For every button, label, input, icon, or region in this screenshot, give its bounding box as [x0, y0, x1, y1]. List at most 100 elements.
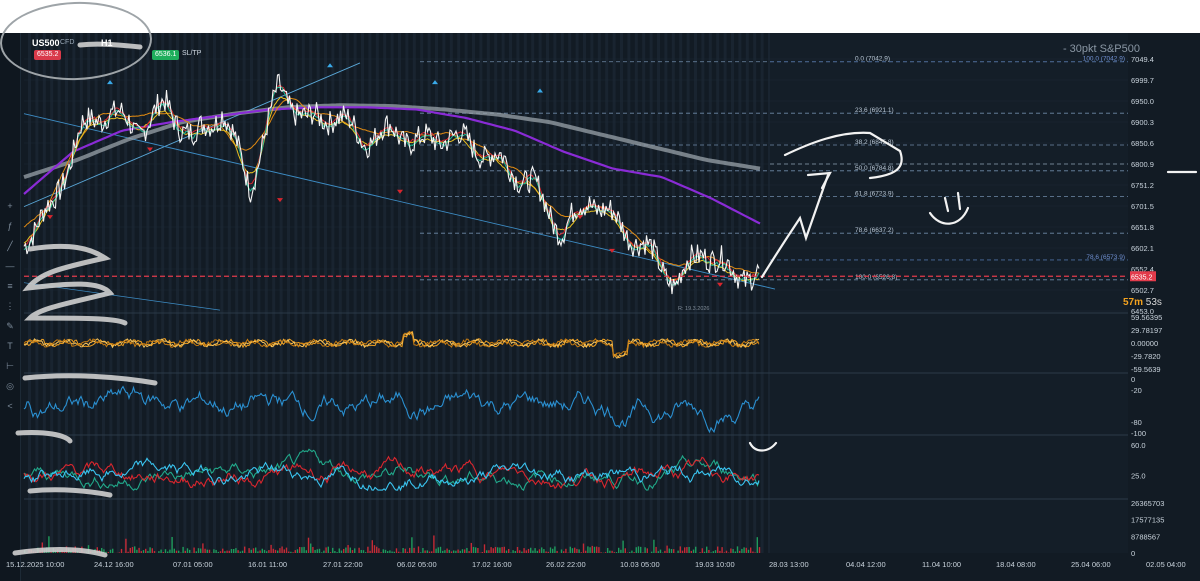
volume-bar	[503, 546, 505, 553]
volume-bar	[631, 550, 633, 553]
volume-bar	[490, 547, 492, 553]
volume-bar	[228, 550, 230, 553]
volume-bar	[499, 547, 501, 553]
sltp-button[interactable]: SL/TP	[182, 50, 201, 57]
buy-price-button[interactable]: 6536.1	[152, 50, 180, 60]
volume-bar	[637, 546, 640, 553]
volume-bar	[483, 544, 486, 553]
session-stripe	[546, 33, 549, 553]
volume-bar	[699, 552, 701, 553]
volume-bar	[607, 548, 609, 553]
rsi-axis-tick: -100	[1131, 429, 1146, 438]
time-axis-tick: 11.04 10:00	[922, 560, 961, 569]
volume-bar	[140, 551, 142, 553]
volume-bar	[332, 547, 334, 553]
candle-timer: 57m 53s	[1123, 297, 1162, 308]
volume-axis-tick: 8788567	[1131, 532, 1160, 541]
volume-bar	[433, 535, 435, 553]
volume-bar	[721, 547, 723, 553]
volume-bar	[710, 552, 712, 553]
volume-bar	[178, 550, 180, 553]
time-axis-tick: 28.03 13:00	[769, 560, 809, 569]
volume-bar	[147, 551, 149, 553]
volume-bar	[494, 546, 497, 553]
volume-bar	[673, 549, 675, 553]
volume-bar	[686, 547, 688, 553]
volume-bar	[543, 549, 545, 553]
volume-bar	[151, 548, 153, 553]
volume-bar	[747, 549, 750, 553]
volume-bar	[497, 547, 499, 553]
volume-bar	[613, 552, 615, 553]
volume-bar	[290, 551, 292, 553]
volume-bar	[411, 537, 413, 553]
volume-bar	[171, 536, 173, 553]
macd-axis-tick: -59.5639	[1131, 365, 1161, 374]
timer-minutes: 57m	[1123, 297, 1144, 308]
volume-bar	[719, 550, 721, 553]
volume-bar	[109, 549, 112, 553]
volume-bar	[382, 549, 384, 553]
volume-bar	[153, 551, 156, 553]
volume-bar	[263, 549, 266, 553]
session-stripe	[213, 33, 216, 553]
volume-bar	[406, 551, 409, 553]
volume-bar	[248, 548, 250, 553]
volume-bar	[261, 548, 263, 553]
price-axis-tick: 7049.4	[1131, 55, 1154, 64]
volume-bar	[112, 548, 114, 553]
rsi-axis-tick: -20	[1131, 386, 1142, 395]
volume-bar	[752, 551, 754, 553]
volume-bar	[279, 548, 281, 553]
volume-bar	[118, 552, 120, 553]
volume-bar	[184, 550, 186, 553]
volume-bar	[206, 549, 208, 553]
fib-level-label: 100.0 (6526.8)	[855, 274, 897, 281]
volume-bar	[501, 547, 503, 553]
session-stripe	[398, 33, 401, 553]
volume-bar	[389, 550, 391, 553]
volume-bar	[380, 552, 382, 553]
volume-bar	[435, 548, 437, 553]
volume-bar	[758, 547, 761, 553]
volume-bar	[235, 548, 237, 553]
volume-bar	[373, 545, 376, 553]
chart-canvas[interactable]: 7049.4 6999.7 6950.0 6900.3 6850.6 6800.9 6751…	[0, 33, 1200, 581]
volume-bar	[488, 550, 490, 553]
volume-bar	[712, 551, 714, 553]
volume-bar	[208, 549, 211, 553]
volume-bar	[281, 546, 283, 553]
volume-bar	[470, 542, 472, 553]
session-stripe	[501, 33, 505, 553]
volume-axis-tick: 17577135	[1131, 516, 1164, 525]
volume-bar	[444, 550, 446, 553]
volume-bar	[523, 548, 525, 553]
volume-bar	[367, 546, 369, 553]
session-stripe	[642, 33, 646, 553]
volume-bar	[695, 546, 697, 553]
session-stripe	[509, 33, 512, 553]
volume-bar	[349, 547, 351, 553]
volume-bar	[596, 546, 598, 553]
volume-bar	[730, 548, 732, 553]
volume-bar	[351, 550, 354, 553]
volume-bar	[466, 547, 468, 553]
session-stripe	[176, 33, 179, 553]
session-stripe	[198, 33, 202, 553]
price-axis-tick: 6850.6	[1131, 139, 1154, 148]
volume-bar	[554, 546, 556, 553]
volume-bar	[646, 548, 648, 553]
volume-bar	[142, 550, 145, 553]
volume-bar	[532, 550, 534, 553]
volume-bar	[189, 549, 191, 553]
price-axis-tick: 6751.2	[1131, 181, 1154, 190]
session-stripe	[287, 33, 290, 553]
chart-watermark: - 30pkt S&P500	[1062, 43, 1140, 55]
volume-bar	[134, 546, 136, 553]
volume-bar	[226, 550, 228, 553]
volume-bar	[202, 543, 204, 553]
session-stripe	[745, 33, 749, 553]
macd-axis-tick: 29.78197	[1131, 326, 1162, 335]
volume-bar	[169, 549, 171, 553]
volume-bar	[252, 548, 255, 553]
